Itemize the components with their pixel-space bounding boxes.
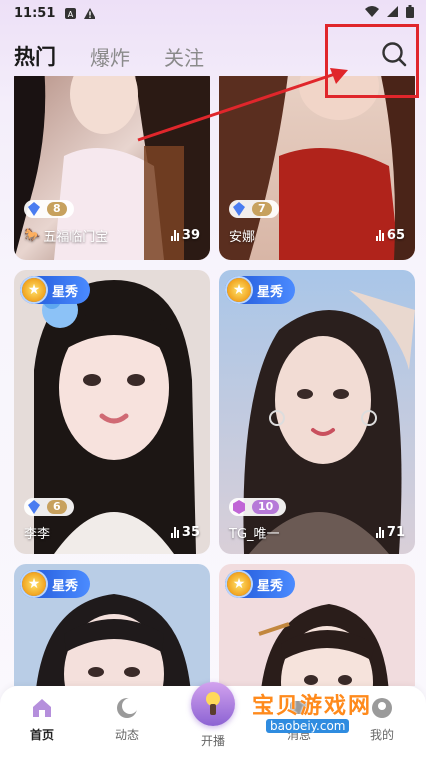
live-room-card[interactable]: ★ 星秀 10 TG_唯一 71 bbox=[219, 270, 415, 554]
bottom-nav: 首页 动态 开播 消息 我的 bbox=[0, 682, 426, 759]
live-room-card[interactable]: ★ 星秀 bbox=[14, 564, 210, 686]
cube-icon bbox=[233, 500, 245, 514]
live-torch-icon bbox=[206, 692, 220, 715]
tab-explosive[interactable]: 爆炸 bbox=[90, 42, 130, 71]
viewer-count: 71 bbox=[375, 525, 405, 540]
home-icon bbox=[33, 699, 51, 717]
top-tabs: 热门 爆炸 关注 bbox=[0, 36, 426, 76]
viewer-count: 65 bbox=[375, 228, 405, 243]
search-button[interactable] bbox=[376, 36, 412, 72]
battery-icon bbox=[406, 5, 414, 22]
nav-go-live[interactable]: 开播 bbox=[183, 682, 243, 749]
diamond-icon bbox=[28, 202, 40, 216]
star-icon: ★ bbox=[227, 572, 251, 596]
star-show-badge: ★ 星秀 bbox=[20, 570, 90, 598]
star-show-badge: ★ 星秀 bbox=[225, 570, 295, 598]
user-level-badge: 7 bbox=[229, 200, 279, 218]
star-icon: ★ bbox=[22, 278, 46, 302]
star-icon: ★ bbox=[227, 278, 251, 302]
user-level-badge: 8 bbox=[24, 200, 74, 218]
popularity-bars-icon bbox=[375, 527, 384, 538]
streamer-name: 🐎 五福临门宝 bbox=[24, 228, 109, 245]
live-room-card[interactable]: ★ 星秀 6 李李 35 bbox=[14, 270, 210, 554]
diamond-icon bbox=[233, 202, 245, 216]
popularity-bars-icon bbox=[375, 230, 384, 241]
moon-icon bbox=[117, 698, 138, 718]
live-room-grid: 8 🐎 五福临门宝 39 7 安娜 65 ★ 星秀 6 李李 35 ★ 星秀 1… bbox=[0, 76, 426, 686]
nav-home[interactable]: 首页 bbox=[12, 696, 72, 743]
wifi-icon bbox=[365, 6, 379, 21]
viewer-count: 35 bbox=[170, 525, 200, 540]
nav-feed[interactable]: 动态 bbox=[97, 696, 157, 743]
tab-hot[interactable]: 热门 bbox=[14, 41, 56, 71]
nav-messages[interactable]: 消息 bbox=[269, 696, 329, 743]
popularity-bars-icon bbox=[170, 527, 179, 538]
streamer-name: 安娜 bbox=[229, 230, 256, 245]
star-icon: ★ bbox=[22, 572, 46, 596]
signal-icon bbox=[387, 6, 398, 21]
tab-following[interactable]: 关注 bbox=[164, 42, 204, 71]
svg-text:A: A bbox=[68, 10, 74, 19]
status-bar: 11:51 A bbox=[0, 0, 426, 26]
search-icon bbox=[382, 42, 407, 67]
diamond-icon bbox=[28, 500, 40, 514]
popularity-bars-icon bbox=[170, 230, 179, 241]
nav-profile[interactable]: 我的 bbox=[352, 696, 412, 743]
horse-icon: 🐎 bbox=[24, 228, 41, 243]
app-a-icon: A bbox=[65, 7, 77, 19]
streamer-name: 李李 bbox=[24, 527, 51, 542]
live-room-card[interactable]: 7 安娜 65 bbox=[219, 76, 415, 260]
streamer-name: TG_唯一 bbox=[229, 527, 280, 542]
star-show-badge: ★ 星秀 bbox=[225, 276, 295, 304]
user-level-badge: 6 bbox=[24, 498, 74, 516]
warning-icon bbox=[84, 7, 96, 19]
viewer-count: 39 bbox=[170, 228, 200, 243]
star-show-badge: ★ 星秀 bbox=[20, 276, 90, 304]
user-level-badge: 10 bbox=[229, 498, 287, 516]
live-room-card[interactable]: ★ 星秀 bbox=[219, 564, 415, 686]
profile-icon bbox=[372, 698, 392, 718]
status-time: 11:51 bbox=[14, 5, 56, 21]
go-live-button[interactable] bbox=[191, 682, 235, 726]
message-icon bbox=[290, 701, 308, 714]
live-room-card[interactable]: 8 🐎 五福临门宝 39 bbox=[14, 76, 210, 260]
